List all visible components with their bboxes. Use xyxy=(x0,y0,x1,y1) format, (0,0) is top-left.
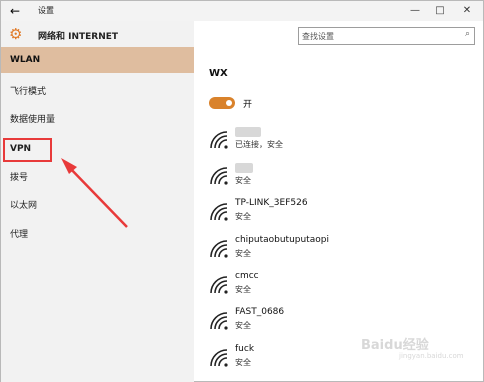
back-arrow-icon[interactable]: ← xyxy=(7,3,23,19)
network-item[interactable]: 已连接，安全 xyxy=(209,124,409,154)
wifi-signal-icon xyxy=(210,349,228,367)
network-status: 安全 xyxy=(235,249,251,258)
maximize-button[interactable]: □ xyxy=(431,3,449,19)
wifi-signal-icon xyxy=(210,240,228,258)
window-title: 设置 xyxy=(38,6,54,15)
watermark-logo: Baidu经验 xyxy=(361,338,429,353)
sidebar: ⚙ 网络和 INTERNET WLAN 飞行模式 数据使用量 VPN 拨号 以太… xyxy=(1,21,194,382)
sidebar-item-wlan[interactable]: WLAN xyxy=(1,47,194,73)
gear-icon: ⚙ xyxy=(9,25,23,43)
sidebar-item-data-usage[interactable]: 数据使用量 xyxy=(1,107,194,133)
network-name: FAST_0686 xyxy=(235,307,285,317)
network-item[interactable]: TP-LINK_3EF526 安全 xyxy=(209,196,409,226)
wifi-signal-icon xyxy=(210,276,228,294)
search-icon[interactable]: ⌕ xyxy=(465,29,470,39)
search-box[interactable]: ⌕ xyxy=(298,27,475,45)
watermark-url: jingyan.baidu.com xyxy=(399,352,464,360)
network-name: TP-LINK_3EF526 xyxy=(235,198,308,208)
close-button[interactable]: ✕ xyxy=(458,3,476,19)
network-status: 安全 xyxy=(235,176,251,185)
blurred-network-name xyxy=(235,163,253,173)
sidebar-item-ethernet[interactable]: 以太网 xyxy=(1,193,194,219)
section-title: WX xyxy=(209,68,228,79)
wifi-signal-icon xyxy=(210,167,228,185)
network-status: 安全 xyxy=(235,321,251,330)
wifi-signal-icon xyxy=(210,203,228,221)
sidebar-item-dial-up[interactable]: 拨号 xyxy=(1,165,194,191)
wifi-signal-icon xyxy=(210,312,228,330)
vpn-highlight-box xyxy=(3,138,52,162)
search-input[interactable] xyxy=(302,29,452,43)
title-bar: ← 设置 — □ ✕ xyxy=(1,1,483,21)
network-status: 安全 xyxy=(235,358,251,367)
network-item[interactable]: FAST_0686 安全 xyxy=(209,305,409,335)
wifi-toggle[interactable] xyxy=(209,97,235,109)
toggle-knob xyxy=(226,100,232,106)
wifi-signal-icon xyxy=(210,131,228,149)
network-name: chiputaobutuputaopi xyxy=(235,235,329,245)
network-name: cmcc xyxy=(235,271,259,281)
network-status: 已连接，安全 xyxy=(235,140,283,149)
sidebar-item-airplane-mode[interactable]: 飞行模式 xyxy=(1,79,194,105)
sidebar-header: ⚙ 网络和 INTERNET xyxy=(1,21,194,47)
sidebar-title: 网络和 INTERNET xyxy=(38,32,119,42)
network-item[interactable]: chiputaobutuputaopi 安全 xyxy=(209,233,409,263)
network-item[interactable]: 安全 xyxy=(209,160,409,190)
settings-window: ← 设置 — □ ✕ ⚙ 网络和 INTERNET WLAN 飞行模式 数据使用… xyxy=(0,0,484,382)
minimize-button[interactable]: — xyxy=(406,3,424,19)
network-status: 安全 xyxy=(235,285,251,294)
toggle-label: 开 xyxy=(243,100,253,110)
network-item[interactable]: cmcc 安全 xyxy=(209,269,409,299)
blurred-network-name xyxy=(235,127,261,137)
sidebar-item-proxy[interactable]: 代理 xyxy=(1,222,194,248)
network-name: fuck xyxy=(235,344,255,354)
network-status: 安全 xyxy=(235,212,251,221)
